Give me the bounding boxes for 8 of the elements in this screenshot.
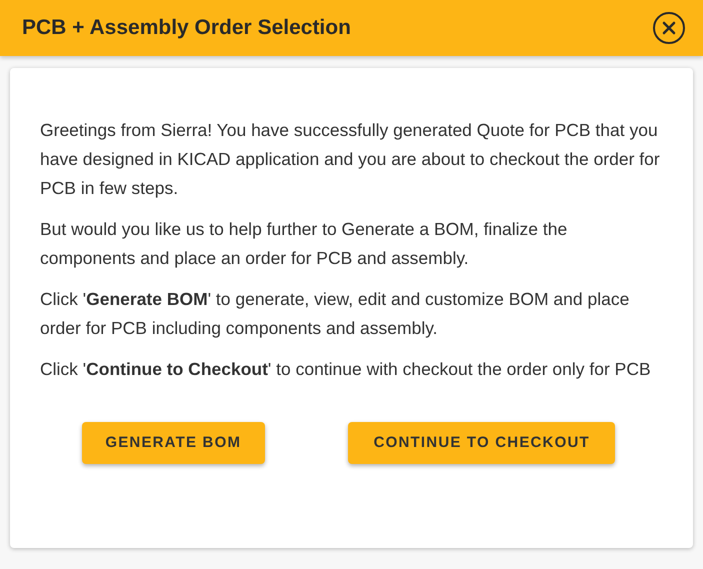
message-paragraph: But would you like us to help further to Generate a BOM, finalize the components and place an order for PCB and assembly. [40, 218, 568, 270]
message-paragraph: Click 'Continue to Checkout' to continue with checkout the order only for PCB [40, 358, 652, 381]
action-button[interactable]: GENERATE BOM [82, 422, 265, 464]
action-button[interactable]: CONTINUE TO CHECKOUT [348, 422, 616, 464]
message-paragraph: Greetings from Sierra! You have successfully generated Quote for PCB that you have designed in KICAD application and you are about to checkout the order for PCB in few steps. [40, 119, 661, 200]
dialog-title: PCB + Assembly Order Selection [22, 15, 351, 42]
close-icon[interactable] [653, 12, 685, 44]
message-paragraph: Click 'Generate BOM' to generate, view, edit and customize BOM and place order for PCB including components and assembly. [40, 288, 630, 340]
